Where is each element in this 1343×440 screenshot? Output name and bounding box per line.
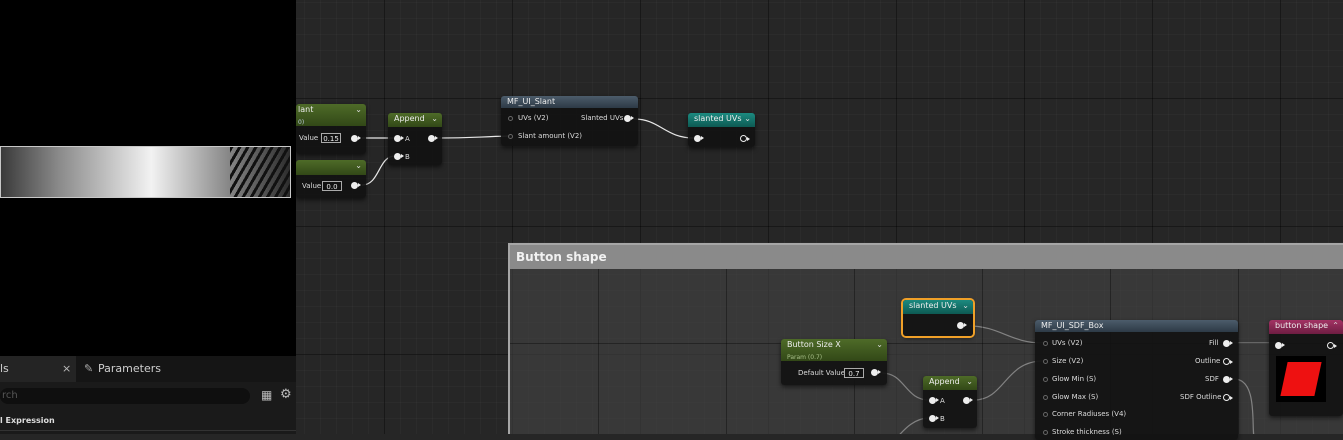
input-label: Glow Max (S)	[1052, 393, 1099, 401]
chevron-down-icon[interactable]: ⌄	[744, 113, 751, 125]
value-label: Value	[299, 134, 319, 142]
mf-ui-slant-node[interactable]: MF_UI_Slant UVs (V2) Slant amount (V2) S…	[501, 96, 638, 146]
output-label: SDF Outline	[1180, 393, 1222, 401]
chevron-down-icon[interactable]: ⌄	[876, 339, 883, 351]
output-label-slanted-uvs: Slanted UVs	[581, 114, 624, 122]
output-pin[interactable]	[624, 115, 634, 122]
node-title: MF_UI_SDF_Box	[1041, 321, 1104, 330]
chevron-down-icon[interactable]: ⌄	[966, 376, 973, 388]
input-pin-corner-radiuses[interactable]	[1043, 412, 1048, 417]
input-label: UVs (V2)	[1052, 339, 1083, 347]
pin-label-a: A	[405, 135, 410, 143]
node-title: slanted UVs	[909, 301, 957, 310]
input-pin[interactable]	[694, 135, 704, 142]
node-preview-swatch	[1276, 356, 1326, 402]
output-pin[interactable]	[957, 322, 967, 329]
node-title: button shape	[1275, 321, 1329, 330]
value-field[interactable]: 0.7	[844, 368, 864, 378]
input-pin-uvs[interactable]	[508, 116, 513, 121]
input-pin-a[interactable]	[929, 397, 939, 404]
named-reroute-usage-node[interactable]: slanted UVs ⌄	[903, 300, 973, 336]
mf-ui-sdf-box-node[interactable]: MF_UI_SDF_Box UVs (V2) Size (V2) Glow Mi…	[1035, 320, 1238, 440]
button-size-x-param-node[interactable]: Button Size X Param (0.7) ⌄ Default Valu…	[781, 339, 887, 385]
node-title: Append	[394, 114, 425, 123]
output-label: Fill	[1209, 339, 1219, 347]
node-header[interactable]: Append ⌄	[923, 376, 977, 390]
input-pin-stroke-thickness[interactable]	[1043, 430, 1048, 435]
pin-label-b: B	[405, 153, 410, 161]
output-pin[interactable]	[1327, 342, 1337, 349]
node-subtitle: 0)	[298, 119, 305, 126]
append-node[interactable]: Append ⌄ A B	[388, 113, 442, 165]
node-title: Button Size X	[787, 340, 841, 349]
output-pin[interactable]	[871, 369, 881, 376]
input-pin[interactable]	[1275, 342, 1285, 349]
scalar-param-node-slant[interactable]: lant 0) ⌄ Value 0.15	[296, 104, 366, 154]
input-pin-b[interactable]	[929, 415, 939, 422]
output-pin-fill[interactable]	[1223, 340, 1233, 347]
chevron-down-icon[interactable]: ⌄	[355, 160, 362, 172]
value-label: Default Value	[798, 369, 846, 377]
append-node-2[interactable]: Append ⌄ A B	[923, 376, 977, 428]
node-header[interactable]: slanted UVs ⌄	[688, 113, 755, 127]
node-title: MF_UI_Slant	[507, 97, 556, 106]
output-pin-outline[interactable]	[1223, 358, 1233, 365]
input-label: Corner Radiuses (V4)	[1052, 410, 1127, 418]
chevron-up-icon[interactable]: ⌃	[1332, 320, 1339, 332]
input-label-slant-amount: Slant amount (V2)	[518, 132, 583, 140]
input-pin-slant-amount[interactable]	[508, 134, 513, 139]
chevron-down-icon[interactable]: ⌄	[355, 104, 362, 116]
node-subtitle: Param (0.7)	[787, 354, 823, 361]
named-reroute-declaration-node[interactable]: slanted UVs ⌄	[688, 113, 755, 147]
value-field[interactable]: 0.15	[321, 133, 341, 143]
input-label-uvs: UVs (V2)	[518, 114, 549, 122]
chevron-down-icon[interactable]: ⌄	[431, 113, 438, 125]
input-pin-size[interactable]	[1043, 359, 1048, 364]
input-pin-uvs[interactable]	[1043, 341, 1048, 346]
button-shape-reroute-node[interactable]: button shape ⌃	[1269, 320, 1343, 416]
node-title: Append	[929, 377, 960, 386]
output-pin[interactable]	[740, 135, 750, 142]
output-label: Outline	[1195, 357, 1221, 365]
output-pin-sdf[interactable]	[1223, 376, 1233, 383]
input-label: Glow Min (S)	[1052, 375, 1097, 383]
red-shape-preview	[1280, 362, 1322, 396]
node-header[interactable]: button shape ⌃	[1269, 320, 1343, 334]
input-label: Size (V2)	[1052, 357, 1084, 365]
node-title: lant	[298, 105, 314, 114]
node-header[interactable]: Append ⌄	[388, 113, 442, 127]
node-header[interactable]: MF_UI_Slant	[501, 96, 638, 108]
output-pin[interactable]	[963, 397, 973, 404]
node-header[interactable]: MF_UI_SDF_Box	[1035, 320, 1238, 332]
chevron-down-icon[interactable]: ⌄	[962, 300, 969, 312]
value-field[interactable]: 0.0	[322, 181, 342, 191]
output-pin[interactable]	[351, 135, 361, 142]
input-pin-glow-max[interactable]	[1043, 395, 1048, 400]
input-pin-b[interactable]	[394, 153, 404, 160]
node-header[interactable]: Button Size X Param (0.7) ⌄	[781, 339, 887, 361]
output-label: SDF	[1205, 375, 1219, 383]
input-label: Stroke thickness (S)	[1052, 428, 1122, 436]
input-pin-a[interactable]	[394, 135, 404, 142]
pin-label-b: B	[940, 415, 945, 423]
input-pin-glow-min[interactable]	[1043, 377, 1048, 382]
node-header[interactable]: ⌄	[296, 160, 366, 175]
scalar-param-node[interactable]: ⌄ Value 0.0	[296, 160, 366, 198]
comment-title[interactable]: Button shape	[510, 245, 1343, 269]
value-label: Value	[302, 182, 322, 190]
node-title: slanted UVs	[694, 114, 742, 123]
output-pin[interactable]	[351, 182, 361, 189]
output-pin-sdf-outline[interactable]	[1223, 394, 1233, 401]
pin-label-a: A	[940, 397, 945, 405]
node-header[interactable]: lant 0) ⌄	[296, 104, 366, 126]
node-header[interactable]: slanted UVs ⌄	[903, 300, 973, 314]
output-pin[interactable]	[428, 135, 438, 142]
